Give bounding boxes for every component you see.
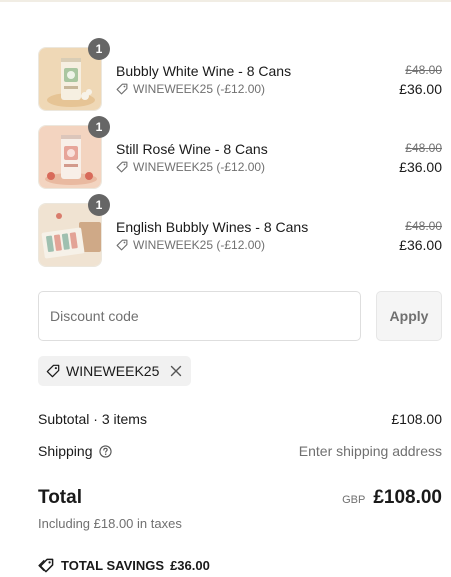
original-price: £48.00 bbox=[405, 219, 442, 233]
original-price: £48.00 bbox=[405, 63, 442, 77]
subtotal-label: Subtotal · 3 items bbox=[38, 411, 147, 427]
total-amount-group: GBP £108.00 bbox=[342, 487, 442, 509]
item-discount: WINEWEEK25 (-£12.00) bbox=[116, 82, 265, 96]
discount-code-input[interactable] bbox=[38, 291, 361, 341]
line-item: 1 Still Rosé Wine - 8 Cans WINEWEEK25 (-… bbox=[38, 116, 442, 189]
subtotal-value: £108.00 bbox=[391, 411, 442, 427]
quantity-badge: 1 bbox=[88, 38, 110, 60]
savings-tag-icon bbox=[38, 558, 54, 573]
line-item: 1 Bubbly White Wine - 8 Cans WINEWEEK25 … bbox=[38, 38, 442, 111]
total-savings: TOTAL SAVINGS £36.00 bbox=[38, 558, 210, 573]
product-name: English Bubbly Wines - 8 Cans bbox=[116, 219, 309, 235]
item-discount-code: WINEWEEK25 (-£12.00) bbox=[133, 82, 266, 96]
total-amount: £108.00 bbox=[373, 487, 442, 508]
item-discount-code: WINEWEEK25 (-£12.00) bbox=[133, 160, 266, 174]
top-divider bbox=[0, 0, 451, 2]
tag-icon bbox=[116, 83, 128, 95]
tag-icon bbox=[46, 364, 60, 378]
tag-icon bbox=[116, 161, 128, 173]
tag-icon bbox=[116, 239, 128, 251]
product-name: Bubbly White Wine - 8 Cans bbox=[116, 63, 292, 79]
help-circle-icon[interactable] bbox=[98, 444, 112, 458]
quantity-badge: 1 bbox=[88, 116, 110, 138]
currency-code: GBP bbox=[342, 494, 366, 506]
applied-discount-tag: WINEWEEK25 bbox=[38, 356, 192, 386]
quantity-badge: 1 bbox=[88, 194, 110, 216]
original-price: £48.00 bbox=[405, 141, 442, 155]
item-price: £36.00 bbox=[399, 81, 442, 97]
shipping-value: Enter shipping address bbox=[298, 443, 442, 459]
savings-label: TOTAL SAVINGS bbox=[61, 558, 165, 573]
shipping-label: Shipping bbox=[38, 443, 93, 459]
line-item: 1 English Bubbly Wines - 8 Cans WINEWEEK… bbox=[38, 194, 442, 267]
item-price: £36.00 bbox=[399, 159, 442, 175]
item-discount-code: WINEWEEK25 (-£12.00) bbox=[133, 238, 266, 252]
total-label: Total bbox=[38, 487, 82, 508]
shipping-row: Shipping Enter shipping address bbox=[38, 443, 442, 459]
product-name: Still Rosé Wine - 8 Cans bbox=[116, 141, 268, 157]
subtotal-row: Subtotal · 3 items £108.00 bbox=[38, 411, 442, 427]
applied-discount-code: WINEWEEK25 bbox=[66, 363, 160, 379]
close-icon[interactable] bbox=[169, 364, 183, 378]
apply-button[interactable]: Apply bbox=[376, 291, 442, 341]
item-price: £36.00 bbox=[399, 237, 442, 253]
taxes-note: Including £18.00 in taxes bbox=[38, 516, 182, 531]
item-discount: WINEWEEK25 (-£12.00) bbox=[116, 160, 265, 174]
item-discount: WINEWEEK25 (-£12.00) bbox=[116, 238, 265, 252]
savings-value: £36.00 bbox=[170, 558, 210, 573]
